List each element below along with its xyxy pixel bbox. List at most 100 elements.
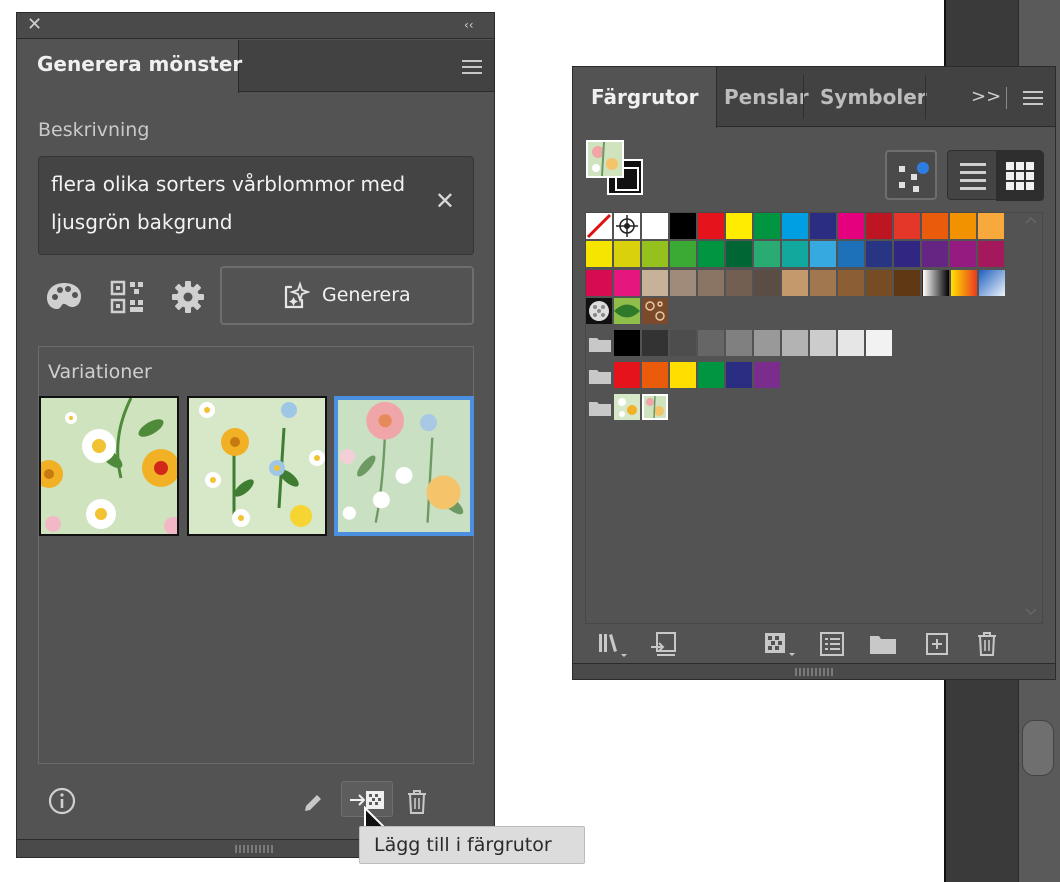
swatch-gray-3[interactable]: [670, 330, 696, 356]
place-swatch-icon[interactable]: [649, 631, 677, 659]
swatch-color-4[interactable]: [726, 213, 752, 239]
swatch-color-11[interactable]: [922, 213, 948, 239]
swatch-color-2[interactable]: [614, 270, 640, 296]
tab-generera-monster[interactable]: Generera mönster: [17, 40, 242, 93]
variation-thumbnail-3-selected[interactable]: [334, 396, 474, 536]
swatch-color-5[interactable]: [698, 241, 724, 267]
swatch-options-icon[interactable]: [819, 631, 845, 657]
swatch-color-12[interactable]: [950, 213, 976, 239]
swatch-color-3[interactable]: [642, 270, 668, 296]
new-color-group-folder-icon[interactable]: [869, 633, 897, 655]
app-scrollbar-thumb[interactable]: [1022, 720, 1054, 776]
folder-icon[interactable]: [588, 367, 612, 385]
swatch-gray-9[interactable]: [838, 330, 864, 356]
swatch-color-1[interactable]: [586, 241, 612, 267]
swatch-color-8[interactable]: [782, 270, 808, 296]
swatch-color-8[interactable]: [782, 241, 808, 267]
swatch-color-12[interactable]: [894, 241, 920, 267]
swatch-color-3[interactable]: [698, 213, 724, 239]
description-text[interactable]: flera olika sorters vårblommor med ljusg…: [51, 165, 411, 241]
swatch-pattern-leaves[interactable]: [614, 298, 640, 324]
description-field[interactable]: flera olika sorters vårblommor med ljusg…: [38, 156, 474, 255]
swatch-gradient-bw[interactable]: [923, 270, 949, 296]
swatch-gray-1[interactable]: [614, 330, 640, 356]
swatch-libraries-icon[interactable]: [597, 632, 629, 658]
variation-thumbnail-1[interactable]: [39, 396, 179, 536]
pattern-options-icon[interactable]: [108, 277, 148, 317]
info-icon[interactable]: [47, 786, 77, 816]
swatch-color-12[interactable]: [894, 270, 920, 296]
swatch-color-10[interactable]: [894, 213, 920, 239]
swatch-color-11[interactable]: [866, 241, 892, 267]
swatch-color-1[interactable]: [642, 213, 668, 239]
panel-resize-bar[interactable]: [573, 663, 1055, 679]
swatch-color-10[interactable]: [838, 241, 864, 267]
delete-swatch-trash-icon[interactable]: [975, 630, 999, 658]
generate-button[interactable]: Generera: [220, 266, 474, 325]
new-swatch-icon[interactable]: [925, 632, 949, 656]
swatch-color-7[interactable]: [810, 213, 836, 239]
panel-menu-icon[interactable]: [462, 60, 482, 74]
palette-icon[interactable]: [44, 277, 84, 317]
trash-icon[interactable]: [405, 788, 429, 816]
swatch-color-9[interactable]: [810, 241, 836, 267]
tab-fargrutor[interactable]: Färgrutor: [573, 67, 718, 128]
swatch-gray-4[interactable]: [698, 330, 724, 356]
swatch-color-6[interactable]: [726, 241, 752, 267]
swatch-color-2[interactable]: [614, 241, 640, 267]
folder-icon[interactable]: [588, 335, 612, 353]
swatch-group-color-6[interactable]: [754, 362, 780, 388]
swatch-gray-5[interactable]: [726, 330, 752, 356]
swatch-gray-7[interactable]: [782, 330, 808, 356]
swatch-gray-8[interactable]: [810, 330, 836, 356]
swatch-gradient-orange[interactable]: [951, 270, 977, 296]
swatch-gray-10[interactable]: [866, 330, 892, 356]
swatch-color-9[interactable]: [866, 213, 892, 239]
swatch-gray-6[interactable]: [754, 330, 780, 356]
swatch-color-6[interactable]: [782, 213, 808, 239]
swatch-pattern-paisley[interactable]: [642, 298, 668, 324]
swatch-color-7[interactable]: [754, 241, 780, 267]
swatch-color-8[interactable]: [838, 213, 864, 239]
swatch-color-13[interactable]: [922, 241, 948, 267]
panel-menu-icon[interactable]: [1023, 91, 1043, 105]
settings-gear-icon[interactable]: [168, 277, 208, 317]
swatch-color-1[interactable]: [586, 270, 612, 296]
swatch-none[interactable]: [586, 213, 612, 239]
swatch-color-7[interactable]: [754, 270, 780, 296]
folder-icon[interactable]: [588, 399, 612, 417]
swatch-pattern-dots[interactable]: [586, 298, 612, 324]
swatch-gradient-blue[interactable]: [979, 270, 1005, 296]
swatch-group-color-3[interactable]: [670, 362, 696, 388]
show-swatch-kinds-button[interactable]: [885, 150, 937, 200]
tabs-overflow-icon[interactable]: >>: [971, 86, 1001, 107]
swatch-registration[interactable]: [614, 213, 640, 239]
swatch-color-14[interactable]: [950, 241, 976, 267]
swatch-color-13[interactable]: [978, 213, 1004, 239]
swatch-color-5[interactable]: [754, 213, 780, 239]
swatch-gray-2[interactable]: [642, 330, 668, 356]
swatch-color-3[interactable]: [642, 241, 668, 267]
show-swatch-kinds-menu-icon[interactable]: [763, 631, 799, 659]
swatch-color-10[interactable]: [838, 270, 864, 296]
grid-view-button-active[interactable]: [996, 151, 1044, 201]
swatch-group-color-1[interactable]: [614, 362, 640, 388]
swatch-color-4[interactable]: [670, 241, 696, 267]
swatch-group-color-5[interactable]: [726, 362, 752, 388]
scroll-up-icon[interactable]: [1024, 215, 1038, 225]
tab-symboler[interactable]: Symboler: [810, 67, 937, 128]
swatch-color-2[interactable]: [670, 213, 696, 239]
swatch-group-color-2[interactable]: [642, 362, 668, 388]
list-view-icon[interactable]: [960, 161, 986, 191]
swatch-color-15[interactable]: [978, 241, 1004, 267]
swatch-floral-pattern-1[interactable]: [614, 394, 640, 420]
swatch-color-6[interactable]: [726, 270, 752, 296]
swatch-color-11[interactable]: [866, 270, 892, 296]
swatch-color-4[interactable]: [670, 270, 696, 296]
close-icon[interactable]: ✕: [27, 15, 45, 35]
variation-thumbnail-2[interactable]: [187, 396, 327, 536]
fill-swatch-pattern[interactable]: [586, 140, 624, 178]
scroll-down-icon[interactable]: [1024, 607, 1038, 617]
swatch-floral-pattern-2-selected[interactable]: [642, 394, 668, 420]
collapse-icon[interactable]: ‹‹: [464, 17, 484, 33]
